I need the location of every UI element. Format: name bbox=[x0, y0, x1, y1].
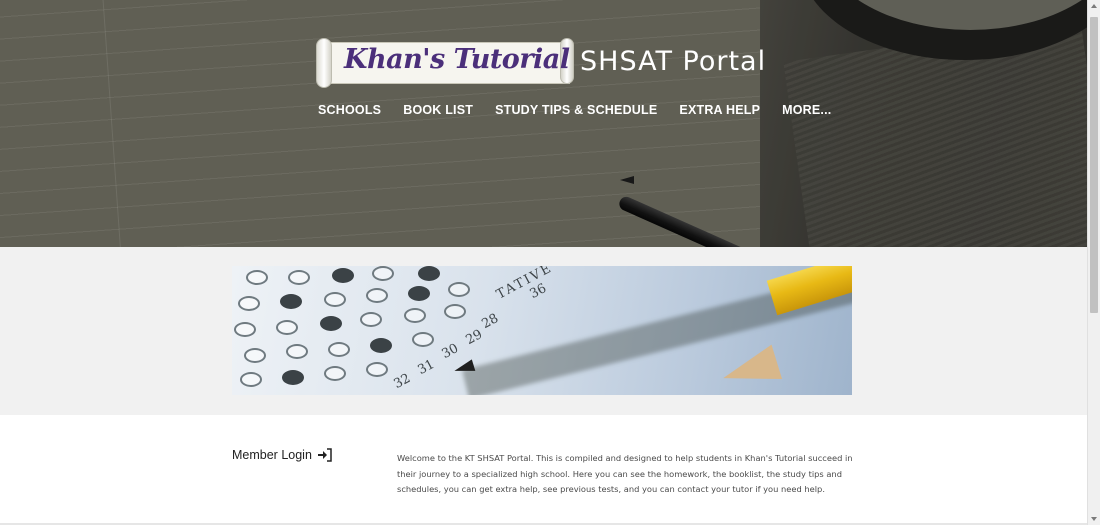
answer-bubble bbox=[412, 332, 434, 347]
answer-bubble-filled bbox=[282, 370, 304, 385]
answer-bubble bbox=[244, 348, 266, 363]
scroll-up-arrow-icon[interactable] bbox=[1091, 4, 1097, 8]
member-login-arrow-icon bbox=[316, 446, 334, 464]
answer-bubble bbox=[276, 320, 298, 335]
answer-bubble bbox=[404, 308, 426, 323]
answer-bubble bbox=[448, 282, 470, 297]
answer-bubble bbox=[372, 266, 394, 281]
answer-bubble bbox=[234, 322, 256, 337]
answer-bubble-filled bbox=[408, 286, 430, 301]
nav-item-study-tips-schedule[interactable]: STUDY TIPS & SCHEDULE bbox=[495, 103, 657, 117]
answer-bubble bbox=[366, 288, 388, 303]
answer-bubble bbox=[324, 366, 346, 381]
member-login-link[interactable]: Member Login bbox=[232, 446, 334, 464]
sheet-row-number: 32 bbox=[391, 370, 414, 393]
member-login-label: Member Login bbox=[232, 448, 312, 462]
nav-item-book-list[interactable]: BOOK LIST bbox=[403, 103, 473, 117]
banner-image: TATIVE 36 28 29 30 31 32 bbox=[232, 266, 852, 395]
nav-item-schools[interactable]: SCHOOLS bbox=[318, 103, 381, 117]
answer-bubble-filled bbox=[332, 268, 354, 283]
main-nav: SCHOOLS BOOK LIST STUDY TIPS & SCHEDULE … bbox=[318, 103, 853, 117]
logo-scroll-roll-left bbox=[316, 38, 332, 88]
site-logo[interactable]: Khan's Tutorial bbox=[316, 38, 574, 88]
answer-bubble bbox=[366, 362, 388, 377]
sheet-row-number: 31 bbox=[415, 356, 438, 379]
welcome-text: Welcome to the KT SHSAT Portal. This is … bbox=[397, 453, 853, 494]
answer-bubble bbox=[360, 312, 382, 327]
answer-bubble bbox=[444, 304, 466, 319]
answer-bubble-filled bbox=[280, 294, 302, 309]
pencil-wood-tip bbox=[717, 344, 783, 395]
logo-text: Khan's Tutorial bbox=[344, 44, 570, 75]
answer-bubble bbox=[246, 270, 268, 285]
answer-bubble bbox=[288, 270, 310, 285]
sheet-row-number: 29 bbox=[463, 326, 486, 349]
answer-bubble-filled bbox=[370, 338, 392, 353]
answer-bubble bbox=[238, 296, 260, 311]
site-subtitle: SHSAT Portal bbox=[580, 46, 767, 77]
answer-bubble-filled bbox=[320, 316, 342, 331]
answer-bubble bbox=[240, 372, 262, 387]
scroll-down-arrow-icon[interactable] bbox=[1091, 517, 1097, 521]
page-scrollbar[interactable] bbox=[1087, 0, 1100, 525]
nav-item-extra-help[interactable]: EXTRA HELP bbox=[679, 103, 760, 117]
sheet-row-number: 30 bbox=[439, 340, 462, 363]
sheet-label: TATIVE bbox=[494, 266, 556, 303]
answer-bubble bbox=[328, 342, 350, 357]
answer-bubble bbox=[286, 344, 308, 359]
sheet-row-number: 28 bbox=[479, 310, 502, 333]
scroll-thumb[interactable] bbox=[1090, 17, 1098, 313]
nav-item-more[interactable]: MORE... bbox=[782, 103, 831, 117]
answer-bubble-filled bbox=[418, 266, 440, 281]
hero-header: Khan's Tutorial SHSAT Portal SCHOOLS BOO… bbox=[0, 0, 1087, 247]
answer-bubble bbox=[324, 292, 346, 307]
